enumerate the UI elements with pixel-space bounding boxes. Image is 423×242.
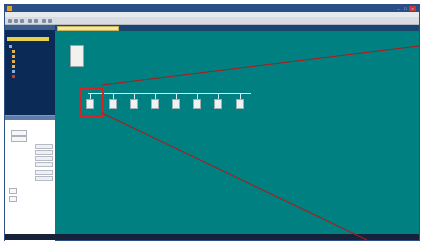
- properties-button[interactable]: [9, 188, 17, 194]
- station-icon: [236, 99, 244, 109]
- grid-icon[interactable]: [48, 18, 52, 23]
- station-icon: [151, 99, 159, 109]
- station-icon: [193, 99, 201, 109]
- tree-item[interactable]: [12, 54, 16, 58]
- module-icon: [12, 54, 15, 58]
- undo-icon[interactable]: [28, 18, 32, 23]
- tab-network-configuration[interactable]: [57, 25, 119, 31]
- tree-item[interactable]: [9, 44, 13, 48]
- properties-button[interactable]: [9, 196, 17, 202]
- properties-header: [5, 116, 55, 120]
- property-value-field[interactable]: [35, 144, 53, 149]
- redo-icon[interactable]: [34, 18, 38, 23]
- module-icon: [12, 59, 15, 63]
- network-canvas[interactable]: [55, 31, 419, 240]
- app-window: – □ ×: [4, 4, 420, 241]
- station-icon: [130, 99, 138, 109]
- toolbar: [5, 17, 419, 25]
- property-value-field[interactable]: [35, 162, 53, 167]
- folder-icon: [12, 69, 15, 73]
- station-icon: [109, 99, 117, 109]
- properties-pane: [5, 115, 55, 241]
- tree-item[interactable]: [12, 59, 16, 63]
- highlight-box: [80, 87, 104, 117]
- new-project-icon[interactable]: [8, 18, 12, 23]
- tree-item[interactable]: [12, 64, 16, 68]
- module-icon: [12, 64, 15, 68]
- property-value-field[interactable]: [35, 150, 53, 155]
- properties-button[interactable]: [11, 136, 27, 142]
- app-icon: [7, 6, 12, 11]
- selected-tree-item[interactable]: [7, 37, 49, 41]
- property-value-field[interactable]: [35, 176, 53, 181]
- master-module[interactable]: [70, 45, 84, 67]
- minimize-icon[interactable]: –: [395, 6, 402, 11]
- status-bar: [5, 234, 419, 240]
- module-icon: [12, 49, 15, 53]
- station-icon: [214, 99, 222, 109]
- tree-item[interactable]: [12, 69, 16, 73]
- property-value-field[interactable]: [35, 170, 53, 175]
- error-icon: [12, 74, 15, 78]
- open-project-icon[interactable]: [14, 18, 18, 23]
- folder-icon: [9, 44, 12, 48]
- maximize-icon[interactable]: □: [402, 6, 409, 11]
- tree-item[interactable]: [12, 49, 16, 53]
- save-icon[interactable]: [20, 18, 24, 23]
- zoom-icon[interactable]: [42, 18, 46, 23]
- tree-item[interactable]: [12, 74, 16, 78]
- close-icon[interactable]: ×: [409, 6, 416, 11]
- project-tree-pane: [5, 25, 55, 115]
- project-tree-header: [5, 25, 55, 30]
- station-icon: [172, 99, 180, 109]
- title-bar: – □ ×: [5, 5, 419, 12]
- property-value-field[interactable]: [35, 156, 53, 161]
